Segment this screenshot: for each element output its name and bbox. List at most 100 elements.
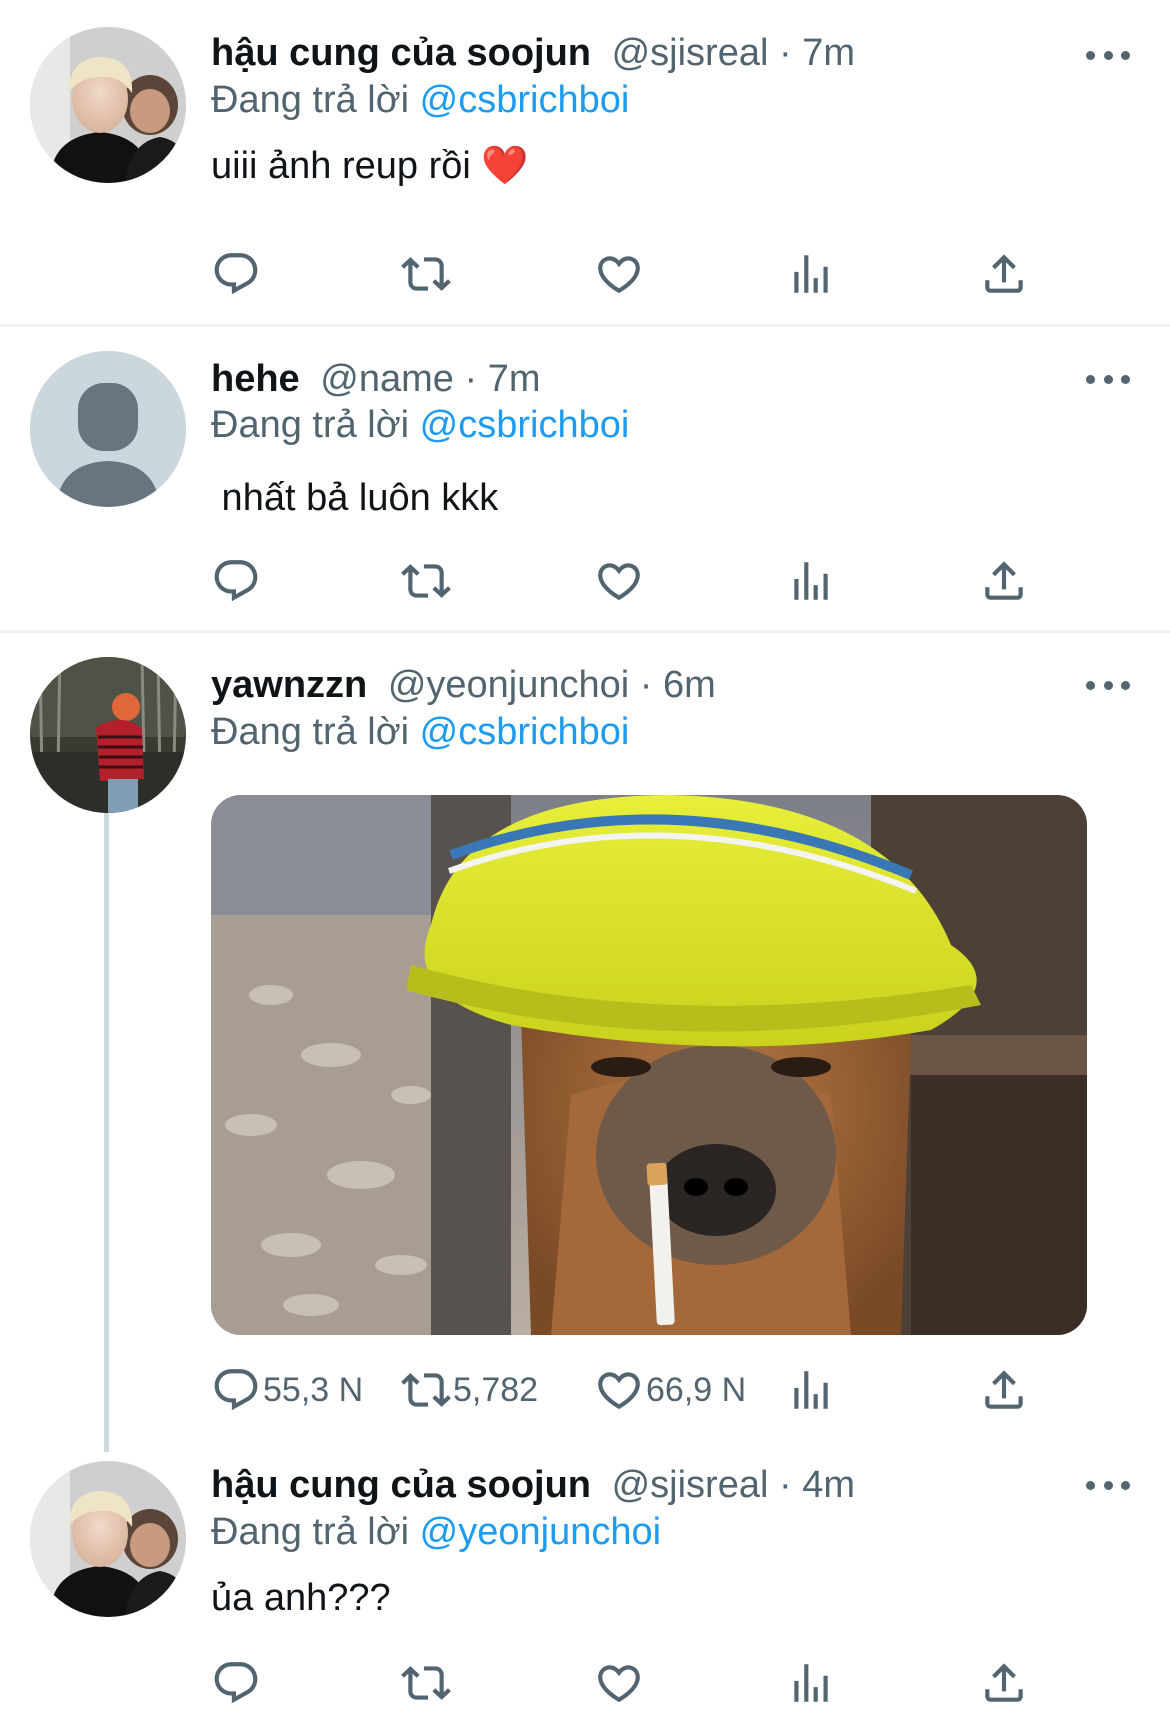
more-icon[interactable]	[1086, 1475, 1130, 1495]
display-name[interactable]: yawnzzn	[211, 664, 367, 706]
retweet-icon	[401, 556, 451, 606]
reply-prefix: Đang trả lời	[211, 404, 410, 446]
reply-icon	[211, 1365, 261, 1415]
retweet-icon	[401, 1365, 451, 1415]
like-icon	[594, 556, 644, 606]
retweet-count: 5,782	[453, 1370, 539, 1409]
separator: ·	[639, 664, 663, 706]
display-name[interactable]: hehe	[211, 358, 300, 400]
reply-mention[interactable]: @csbrichboi	[420, 404, 630, 446]
tweet-header: hậu cung của soojun @sjisreal · 7m	[211, 31, 855, 75]
reply-prefix: Đang trả lời	[211, 711, 410, 753]
share-button[interactable]	[979, 1655, 1029, 1711]
tweet-header: hehe @name · 7m	[211, 357, 540, 401]
like-icon	[594, 249, 644, 299]
user-handle[interactable]: @name	[320, 358, 454, 400]
timestamp[interactable]: 7m	[802, 32, 855, 74]
reply-icon	[211, 249, 261, 299]
user-handle[interactable]: @sjisreal	[612, 1464, 769, 1506]
reply-button[interactable]: 55,3 N	[211, 1362, 363, 1418]
like-button[interactable]: 66,9 N	[594, 1362, 746, 1418]
retweet-icon	[401, 1658, 451, 1708]
reply-mention[interactable]: @yeonjunchoi	[420, 1511, 661, 1553]
retweet-button[interactable]: 5,782	[401, 1362, 538, 1418]
like-count: 66,9 N	[646, 1370, 747, 1409]
tweet[interactable]: yawnzzn @yeonjunchoi · 6m Đang trả lời @…	[0, 633, 1170, 1433]
avatar-photo	[30, 657, 186, 813]
views-button[interactable]	[786, 1655, 836, 1711]
timestamp[interactable]: 6m	[663, 664, 716, 706]
tweet-text: ủa anh???	[211, 1577, 391, 1619]
reply-count: 55,3 N	[263, 1370, 364, 1409]
timestamp[interactable]: 7m	[488, 358, 541, 400]
display-name[interactable]: hậu cung của soojun	[211, 1464, 591, 1506]
replying-to: Đang trả lời @csbrichboi	[211, 710, 629, 754]
reply-mention[interactable]: @csbrichboi	[420, 79, 630, 121]
reply-button[interactable]	[211, 553, 261, 609]
action-bar: 55,3 N 5,782 66,9 N	[211, 1362, 1041, 1418]
retweet-button[interactable]	[401, 1655, 451, 1711]
views-button[interactable]	[786, 553, 836, 609]
avatar[interactable]	[30, 657, 186, 813]
avatar-photo	[30, 27, 186, 183]
retweet-button[interactable]	[401, 246, 451, 302]
retweet-icon	[401, 249, 451, 299]
more-icon[interactable]	[1086, 675, 1130, 695]
tweet-media-image[interactable]	[211, 795, 1087, 1335]
tweet[interactable]: hậu cung của soojun @sjisreal · 4m Đang …	[0, 1433, 1170, 1730]
share-button[interactable]	[979, 1362, 1029, 1418]
like-icon	[594, 1365, 644, 1415]
tweet-header: hậu cung của soojun @sjisreal · 4m	[211, 1463, 855, 1507]
tweet-text: uiii ảnh reup rồi ❤️	[211, 145, 529, 187]
replying-to: Đang trả lời @csbrichboi	[211, 403, 629, 447]
tweet-header: yawnzzn @yeonjunchoi · 6m	[211, 663, 716, 707]
more-icon[interactable]	[1086, 45, 1130, 65]
user-handle[interactable]: @yeonjunchoi	[388, 664, 629, 706]
avatar[interactable]	[30, 1461, 186, 1617]
separator: ·	[778, 32, 803, 74]
reply-button[interactable]	[211, 1655, 261, 1711]
views-icon	[786, 1365, 836, 1415]
more-icon[interactable]	[1086, 369, 1130, 389]
replying-to: Đang trả lời @yeonjunchoi	[211, 1510, 661, 1554]
share-icon	[979, 1658, 1029, 1708]
views-icon	[786, 1658, 836, 1708]
reply-button[interactable]	[211, 246, 261, 302]
tweet[interactable]: hậu cung của soojun @sjisreal · 7m Đang …	[0, 0, 1170, 326]
separator: ·	[778, 1464, 803, 1506]
reply-icon	[211, 556, 261, 606]
avatar-photo	[30, 1461, 186, 1617]
like-button[interactable]	[594, 1655, 644, 1711]
tweet[interactable]: hehe @name · 7m Đang trả lời @csbrichboi…	[0, 327, 1170, 631]
reply-prefix: Đang trả lời	[211, 1511, 410, 1553]
share-icon	[979, 556, 1029, 606]
like-button[interactable]	[594, 246, 644, 302]
replying-to: Đang trả lời @csbrichboi	[211, 78, 629, 122]
like-button[interactable]	[594, 553, 644, 609]
like-icon	[594, 1658, 644, 1708]
timestamp[interactable]: 4m	[802, 1464, 855, 1506]
reply-mention[interactable]: @csbrichboi	[420, 711, 630, 753]
reply-prefix: Đang trả lời	[211, 79, 410, 121]
action-bar	[211, 553, 1041, 609]
share-icon	[979, 1365, 1029, 1415]
default-profile-icon	[30, 351, 186, 507]
avatar[interactable]	[30, 351, 186, 507]
display-name[interactable]: hậu cung của soojun	[211, 32, 591, 74]
avatar[interactable]	[30, 27, 186, 183]
separator: ·	[464, 358, 488, 400]
views-icon	[786, 556, 836, 606]
reply-icon	[211, 1658, 261, 1708]
retweet-button[interactable]	[401, 553, 451, 609]
views-button[interactable]	[786, 246, 836, 302]
action-bar	[211, 1655, 1041, 1711]
views-icon	[786, 249, 836, 299]
action-bar	[211, 246, 1041, 302]
tweet-text: nhất bả luôn kkk	[211, 477, 499, 519]
share-icon	[979, 249, 1029, 299]
share-button[interactable]	[979, 553, 1029, 609]
user-handle[interactable]: @sjisreal	[612, 32, 769, 74]
dog-with-helmet-photo	[211, 795, 1087, 1335]
share-button[interactable]	[979, 246, 1029, 302]
views-button[interactable]	[786, 1362, 836, 1418]
